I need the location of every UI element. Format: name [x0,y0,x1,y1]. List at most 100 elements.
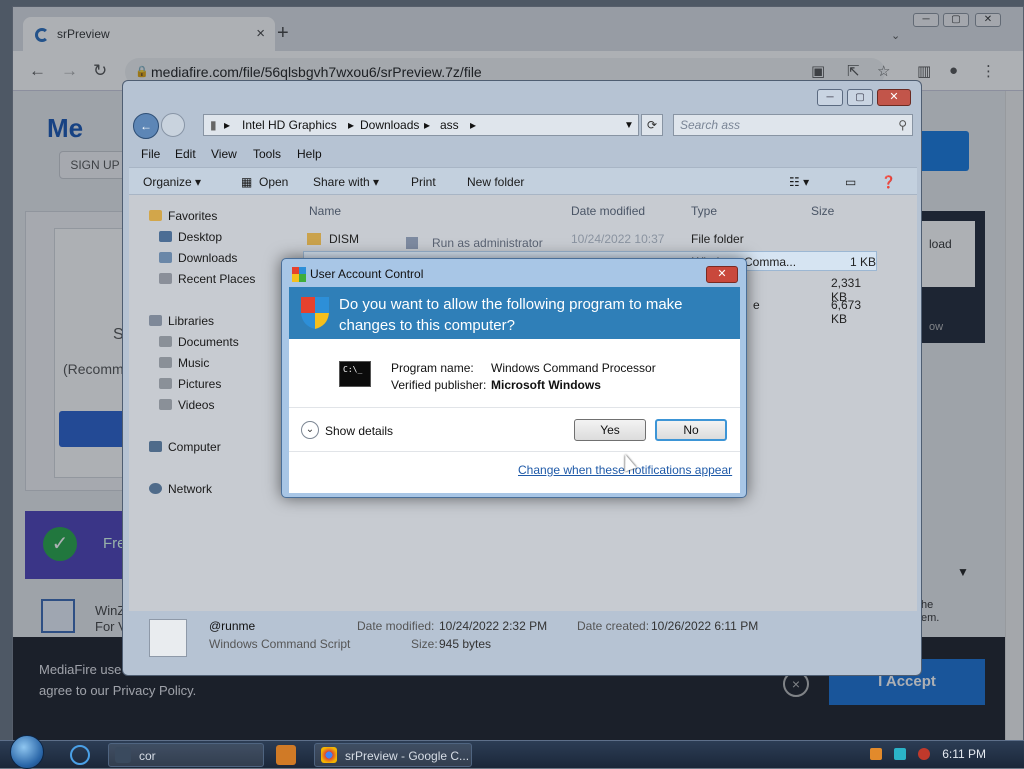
nav-libraries[interactable]: Libraries [149,314,214,328]
address-dropdown-icon[interactable]: ▼ [624,120,634,131]
search-icon: ⚲ [898,118,907,132]
column-size[interactable]: Size [811,204,834,218]
nav-desktop[interactable]: Desktop [159,230,222,244]
folder-icon [307,233,321,245]
nav-documents-label: Documents [178,335,239,349]
nav-videos[interactable]: Videos [159,398,214,412]
open-button-icon[interactable]: ▦ [241,175,252,189]
breadcrumb-sep-icon[interactable]: ▸ [424,118,430,132]
explorer-forward-button[interactable] [161,113,185,137]
start-button[interactable] [10,735,44,769]
divider [289,451,740,452]
breadcrumb-ass[interactable]: ass [440,118,459,132]
details-size: 945 bytes [439,637,492,651]
app-icon [115,747,131,763]
file-row[interactable]: DISM 10/24/2022 10:37 File folder [303,229,877,249]
nav-desktop-label: Desktop [178,230,223,244]
tray-icon[interactable] [870,748,882,760]
breadcrumb-downloads[interactable]: Downloads [360,118,419,132]
chevron-down-icon: ⌄ [301,421,319,439]
details-created: 10/26/2022 6:11 PM [651,619,759,633]
search-placeholder: Search ass [680,118,741,132]
menu-help[interactable]: Help [297,147,322,161]
nav-documents[interactable]: Documents [159,335,239,349]
preview-pane-icon[interactable]: ▭ [845,175,856,189]
share-with-button[interactable]: Share with ▾ [313,175,379,189]
desktop-icon [159,231,172,242]
explorer-address-bar[interactable]: ▮ ▸ Intel HD Graphics ▸ Downloads ▸ ass … [203,114,639,136]
file-type: File folder [691,232,744,246]
no-button[interactable]: No [655,419,727,441]
column-date[interactable]: Date modified [571,204,645,218]
new-folder-button[interactable]: New folder [467,175,524,189]
ie-icon[interactable] [70,745,90,765]
videos-icon [159,399,172,410]
nav-music-label: Music [178,356,210,370]
explorer-back-button[interactable]: ← [133,113,159,139]
nav-network-label: Network [168,482,213,496]
nav-computer[interactable]: Computer [149,440,221,454]
publisher-value: Microsoft Windows [491,378,601,392]
uac-content: C:\_ Program name: Windows Command Proce… [289,339,740,493]
details-modified-label: Date modified: [357,619,435,633]
nav-music[interactable]: Music [159,356,209,370]
file-name: DISM [329,232,359,246]
explorer-titlebar[interactable]: ─ ▢ ✕ [123,81,921,111]
taskbar-app-cmd[interactable]: cor [108,743,264,767]
explorer-maximize-button[interactable]: ▢ [847,89,873,106]
uac-banner: Do you want to allow the following progr… [289,287,740,339]
details-pane: @runme Windows Command Script Date modif… [129,613,917,669]
menu-edit[interactable]: Edit [175,147,196,161]
nav-favorites[interactable]: Favorites [149,209,217,223]
menu-view[interactable]: View [211,147,237,161]
explorer-close-button[interactable]: ✕ [877,89,911,106]
shield-icon [406,237,418,249]
script-file-icon [149,619,187,657]
menu-file[interactable]: File [141,147,160,161]
uac-banner-shield-icon [301,297,329,329]
explorer-refresh-button[interactable]: ⟳ [641,114,663,136]
uac-title: User Account Control [310,267,424,281]
organize-button[interactable]: Organize ▾ [143,175,201,189]
publisher-label: Verified publisher: [391,378,487,392]
breadcrumb-sep-icon[interactable]: ▸ [224,118,230,132]
view-options-icon[interactable]: ☷ ▾ [789,175,809,189]
open-button[interactable]: Open [259,175,288,189]
yes-button[interactable]: Yes [574,419,646,441]
taskbar-app-chrome[interactable]: srPreview - Google C... [314,743,472,767]
libraries-icon [149,315,162,326]
documents-icon [159,336,172,347]
file-size: 6,673 KB [831,298,862,326]
breadcrumb-intel[interactable]: Intel HD Graphics [242,118,337,132]
chrome-icon [321,747,337,763]
column-type[interactable]: Type [691,204,717,218]
folder-icon: ▮ [210,118,217,132]
column-name[interactable]: Name [309,204,341,218]
nav-downloads[interactable]: Downloads [159,251,237,265]
nav-pictures-label: Pictures [178,377,222,391]
nav-pictures[interactable]: Pictures [159,377,221,391]
media-player-icon[interactable] [276,745,296,765]
explorer-minimize-button[interactable]: ─ [817,89,843,106]
breadcrumb-sep-icon[interactable]: ▸ [470,118,476,132]
network-tray-icon[interactable] [894,748,906,760]
nav-network[interactable]: Network [149,482,212,496]
uac-shield-icon [292,267,306,282]
nav-computer-label: Computer [168,440,221,454]
context-menu-label: Run as administrator [432,236,543,250]
menu-tools[interactable]: Tools [253,147,281,161]
divider [289,407,740,408]
tray-icon[interactable] [918,748,930,760]
help-icon[interactable]: ❓ [881,175,896,189]
nav-downloads-label: Downloads [178,251,238,265]
nav-recent[interactable]: Recent Places [159,272,255,286]
print-button[interactable]: Print [411,175,436,189]
program-name-label: Program name: [391,361,474,375]
breadcrumb-sep-icon[interactable]: ▸ [348,118,354,132]
explorer-search-input[interactable]: Search ass ⚲ [673,114,913,136]
nav-videos-label: Videos [178,398,215,412]
context-menu-run-as-admin: Run as administrator [406,236,543,250]
details-name: @runme [209,619,256,633]
uac-close-button[interactable]: ✕ [706,266,738,283]
clock[interactable]: 6:11 PM [942,747,986,761]
